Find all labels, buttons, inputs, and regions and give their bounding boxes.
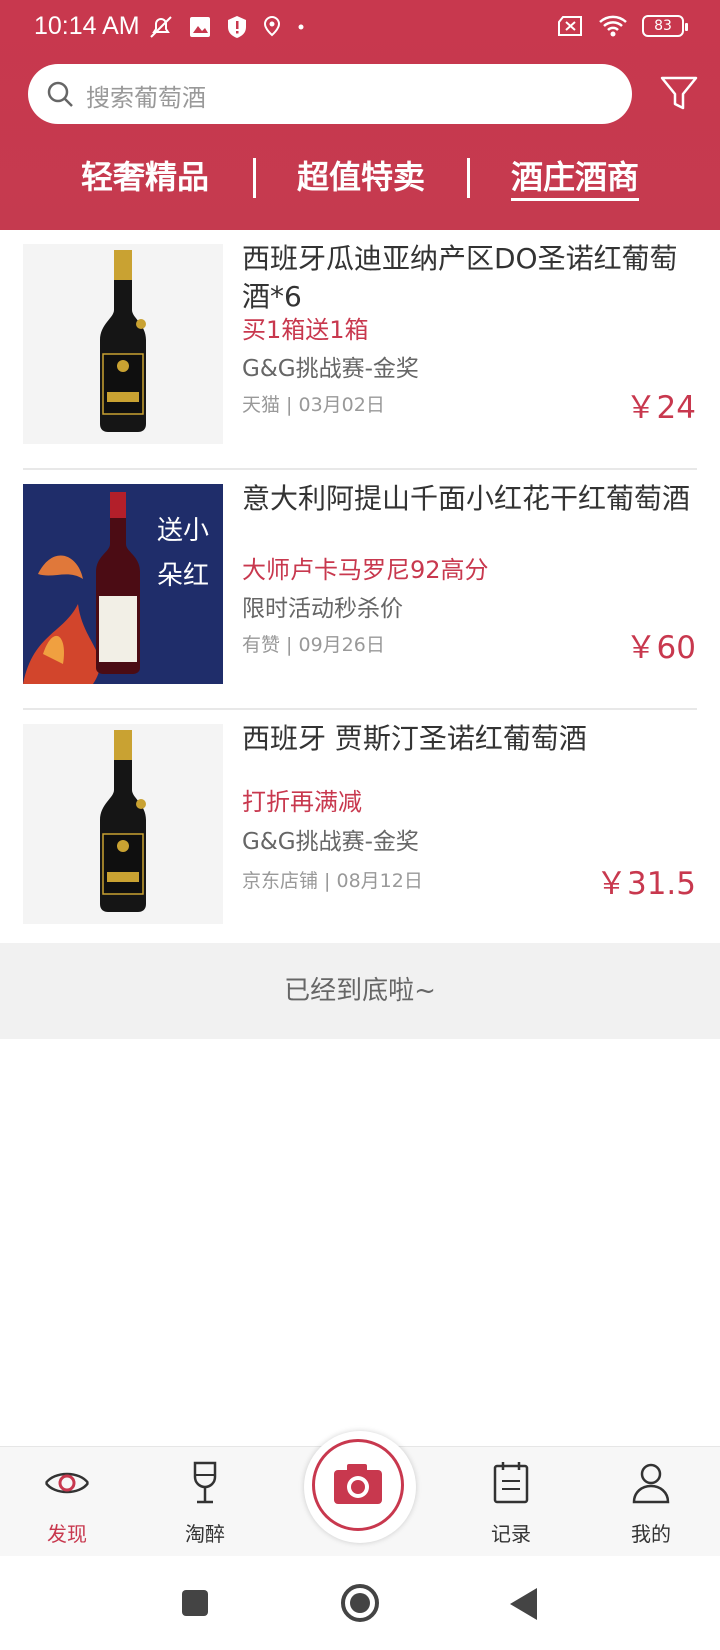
product-award: G&G挑战赛-金奖: [242, 829, 419, 855]
product-promo: 大师卢卡马罗尼92高分: [242, 556, 489, 584]
product-price: ￥24: [625, 390, 696, 426]
product-promo: 打折再满减: [242, 788, 362, 816]
nav-records[interactable]: 记录: [466, 1459, 556, 1547]
product-award: G&G挑战赛-金奖: [242, 356, 419, 382]
nav-label: 发现: [47, 1522, 87, 1546]
product-image: [23, 724, 223, 924]
dot-icon: [298, 24, 304, 30]
product-meta: 有赞 | 09月26日: [242, 634, 385, 656]
image-lettering: 送小: [157, 516, 209, 546]
product-image: 送小 朵红: [23, 484, 223, 684]
status-bar: 10:14 AM 83: [0, 0, 720, 56]
nav-taozui[interactable]: 淘醉: [160, 1459, 250, 1547]
product-list: 西班牙瓜迪亚纳产区DO圣诺红葡萄酒*6 买1箱送1箱 G&G挑战赛-金奖 天猫 …: [0, 230, 720, 950]
nav-profile[interactable]: 我的: [606, 1459, 696, 1547]
wine-bottle-icon: 送小 朵红: [23, 484, 223, 684]
product-meta: 天猫 | 03月02日: [242, 394, 385, 416]
product-award: 限时活动秒杀价: [242, 596, 403, 622]
tab-luxury[interactable]: 轻奢精品: [80, 152, 210, 198]
mute-icon: [150, 16, 172, 38]
tab-deals[interactable]: 超值特卖: [296, 152, 426, 198]
camera-button[interactable]: [304, 1431, 416, 1543]
search-input[interactable]: 搜索葡萄酒: [28, 64, 632, 124]
status-time: 10:14 AM: [34, 12, 140, 40]
product-title: 意大利阿提山千面小红花干红葡萄酒: [242, 482, 691, 515]
status-left-icons: [148, 14, 306, 40]
wifi-icon: [599, 15, 627, 37]
tab-divider: [253, 158, 256, 198]
product-title: 西班牙 贾斯汀圣诺红葡萄酒: [242, 722, 587, 755]
tab-divider: [467, 158, 470, 198]
no-sim-icon: [558, 16, 582, 36]
person-icon: [632, 1463, 670, 1504]
nav-label: 淘醉: [185, 1522, 225, 1546]
tab-label: 超值特卖: [296, 158, 425, 196]
battery-level: 83: [654, 18, 672, 34]
product-item[interactable]: 送小 朵红 意大利阿提山千面小红花干红葡萄酒 大师卢卡马罗尼92高分 限时活动秒…: [0, 470, 720, 710]
wine-bottle-icon: [23, 724, 223, 924]
product-meta: 京东店铺 | 08月12日: [242, 870, 423, 892]
bottom-nav: 发现 淘醉 记录 我的: [0, 1431, 720, 1557]
nav-label: 记录: [491, 1522, 531, 1546]
location-icon: [263, 15, 281, 37]
system-nav-bar: [0, 1556, 720, 1650]
image-lettering: 朵红: [157, 561, 209, 591]
camera-button-ring: [312, 1439, 404, 1531]
shield-icon: [228, 16, 246, 38]
tab-label: 轻奢精品: [80, 158, 209, 196]
product-price: ￥60: [625, 630, 696, 666]
product-title: 西班牙瓜迪亚纳产区DO圣诺红葡萄酒*6: [242, 242, 678, 313]
back-icon[interactable]: [507, 1586, 539, 1622]
status-right-icons: 83: [556, 14, 688, 38]
product-image: [23, 244, 223, 444]
home-icon[interactable]: [339, 1582, 381, 1624]
nav-discover[interactable]: 发现: [22, 1459, 112, 1547]
header-bar: 10:14 AM 83 搜索葡萄酒 轻奢精品 超值特卖 酒庄酒商: [0, 0, 720, 230]
battery-icon: 83: [642, 15, 688, 37]
wine-glass-icon: [193, 1461, 217, 1504]
tab-label: 酒庄酒商: [510, 158, 639, 201]
product-item[interactable]: 西班牙 贾斯汀圣诺红葡萄酒 打折再满减 G&G挑战赛-金奖 京东店铺 | 08月…: [0, 710, 720, 950]
search-icon: [47, 81, 73, 107]
nav-label: 我的: [631, 1522, 671, 1546]
search-placeholder: 搜索葡萄酒: [86, 84, 206, 112]
notepad-icon: [493, 1462, 529, 1504]
recents-icon[interactable]: [180, 1588, 210, 1618]
product-price: ￥31.5: [595, 866, 696, 902]
image-icon: [190, 17, 210, 37]
tab-winery[interactable]: 酒庄酒商: [510, 152, 640, 201]
end-of-list-text: 已经到底啦~: [0, 943, 720, 1039]
product-promo: 买1箱送1箱: [242, 316, 369, 344]
wine-bottle-icon: [23, 244, 223, 444]
camera-icon: [334, 1464, 382, 1504]
eye-icon: [44, 1472, 90, 1494]
product-item[interactable]: 西班牙瓜迪亚纳产区DO圣诺红葡萄酒*6 买1箱送1箱 G&G挑战赛-金奖 天猫 …: [0, 230, 720, 470]
filter-icon[interactable]: [659, 74, 699, 114]
